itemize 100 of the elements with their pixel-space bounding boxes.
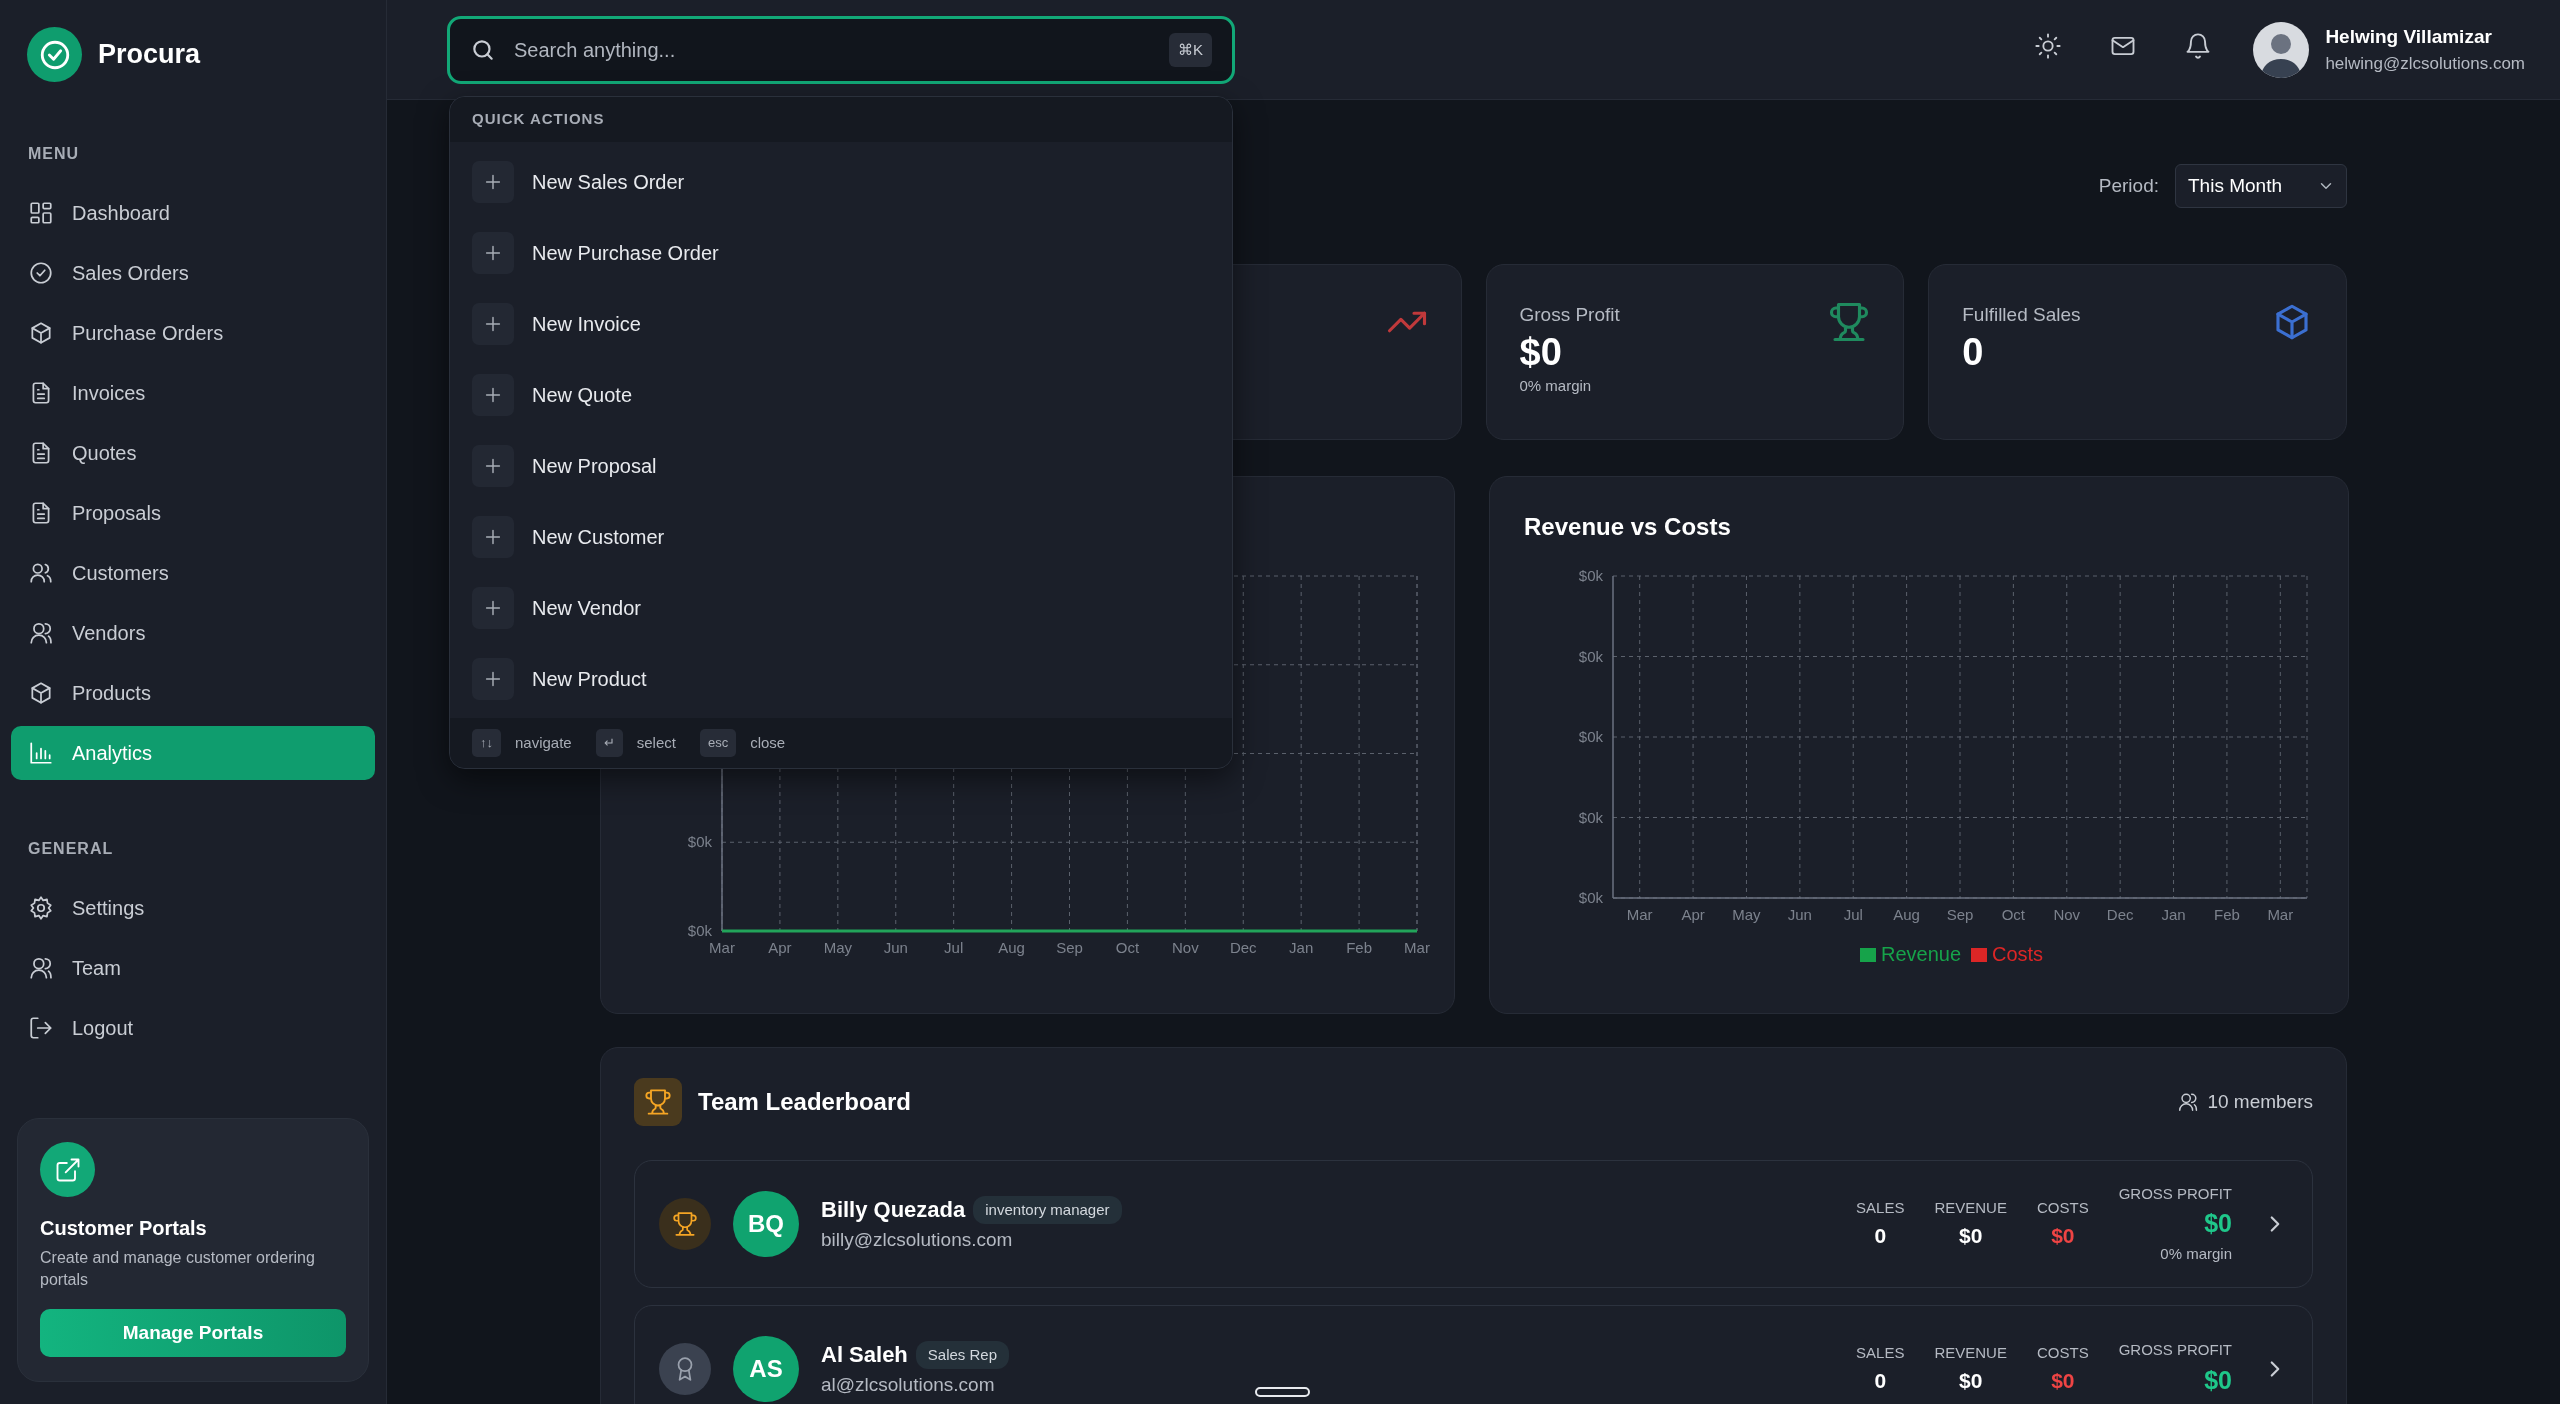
axis-label: Jul	[1843, 906, 1863, 924]
box-icon	[28, 680, 54, 706]
quick-action-item[interactable]: New Customer	[450, 501, 1232, 572]
legend-item: Revenue	[1860, 943, 1962, 966]
nav-item[interactable]: Purchase Orders	[11, 306, 375, 360]
axis-label: Feb	[2214, 906, 2240, 924]
metric-value: 0	[1874, 1367, 1887, 1394]
plus-icon	[472, 586, 514, 629]
nav-item[interactable]: Quotes	[11, 426, 375, 480]
quick-action-item[interactable]: New Proposal	[450, 430, 1232, 501]
nav-item[interactable]: Team	[11, 941, 375, 995]
plus-icon	[472, 657, 514, 700]
axis-label: Jan	[1289, 939, 1314, 957]
metric-value: $0	[1959, 1222, 1983, 1249]
axis-label: Mar	[1404, 939, 1430, 957]
metric-label: SALES	[1856, 1343, 1905, 1364]
quick-action-item[interactable]: New Product	[450, 643, 1232, 714]
axis-label: Oct	[1115, 939, 1140, 957]
nav-item[interactable]: Invoices	[11, 366, 375, 420]
nav-item[interactable]: Settings	[11, 881, 375, 935]
members-count: 10 members	[2207, 1089, 2313, 1114]
nav-item[interactable]: Sales Orders	[11, 246, 375, 300]
metric-label: GROSS PROFIT	[2118, 1183, 2232, 1204]
initials-avatar: AS	[733, 1336, 799, 1403]
external-link-icon	[40, 1142, 95, 1197]
quick-action-item[interactable]: New Sales Order	[450, 146, 1232, 217]
axis-label: May	[823, 939, 852, 957]
axis-label: Nov	[2053, 906, 2081, 924]
logo-icon	[27, 27, 82, 82]
metric-label: COSTS	[2036, 1198, 2089, 1219]
nav-item[interactable]: Dashboard	[11, 186, 375, 240]
axis-label: Jun	[883, 939, 908, 957]
period-label: Period:	[2098, 173, 2159, 198]
metric-label: REVENUE	[1934, 1343, 2007, 1364]
search-input[interactable]: Search anything...	[512, 34, 1153, 66]
hint-label: navigate	[515, 732, 572, 753]
nav-item[interactable]: Customers	[11, 546, 375, 600]
initials-avatar: BQ	[733, 1191, 799, 1258]
axis-label: May	[1732, 906, 1761, 924]
box-icon	[28, 320, 54, 346]
section-title: GENERAL	[27, 839, 115, 859]
nav-item[interactable]: Products	[11, 666, 375, 720]
axis-label: Mar	[1626, 906, 1653, 924]
key-hint: ↵	[595, 729, 623, 757]
metric-label: SALES	[1856, 1198, 1905, 1219]
nav-item[interactable]: Proposals	[11, 486, 375, 540]
quick-action-item[interactable]: New Quote	[450, 359, 1232, 430]
metric-value: $0	[2051, 1222, 2075, 1249]
search-field[interactable]: Search anything... ⌘K	[447, 16, 1235, 84]
user-name: Helwing Villamizar	[2325, 24, 2493, 49]
quick-action-item[interactable]: New Vendor	[450, 572, 1232, 643]
axis-label: $0k	[1578, 728, 1603, 746]
axis-label: $0k	[1578, 889, 1603, 907]
trophy-icon	[1828, 301, 1871, 344]
stat-value: $0	[1519, 329, 1563, 375]
axis-label: Nov	[1172, 939, 1199, 957]
trophy-icon	[634, 1078, 682, 1127]
member-row[interactable]: AS Al Saleh Sales Rep al@zlcsolutions.com SALES 0 REVENUE $0 COSTS $0 GROSS PROFIT $0	[634, 1305, 2313, 1404]
axis-label: $0k	[687, 833, 712, 851]
metric-value: $0	[2204, 1208, 2232, 1240]
quick-action-item[interactable]: New Purchase Order	[450, 217, 1232, 288]
gear-icon	[28, 895, 54, 921]
nav-item[interactable]: Vendors	[11, 606, 375, 660]
axis-label: Jan	[2161, 906, 2186, 924]
logo-text: Procura	[98, 38, 201, 72]
nav-item[interactable]: Logout	[11, 1001, 375, 1055]
member-row[interactable]: BQ Billy Quezada inventory manager billy@zlcsolutions.com SALES 0 REVENUE $0 COSTS $0 GROSS PROFIT $0 0% margin	[634, 1160, 2313, 1289]
axis-label: Jul	[944, 939, 964, 957]
stat-label: Gross Profit	[1519, 303, 1621, 328]
shortcut-key: ⌘K	[1169, 32, 1212, 68]
axis-label: Jun	[1787, 906, 1812, 924]
axis-label: Mar	[709, 939, 735, 957]
axis-label: Apr	[1681, 906, 1705, 924]
scroll-indicator	[1255, 1387, 1310, 1397]
promo-title: Customer Portals	[40, 1216, 208, 1241]
stat-value: 0	[1962, 329, 1985, 375]
chart-title: Revenue vs Costs	[1524, 512, 1732, 543]
member-name: Al Saleh	[821, 1341, 908, 1370]
key-hint: ↑↓	[472, 729, 501, 757]
check-circle-icon	[28, 260, 54, 286]
axis-label: Sep	[1056, 939, 1083, 957]
axis-label: Aug	[1893, 906, 1920, 924]
axis-label: $0k	[1578, 647, 1603, 665]
metric-label: REVENUE	[1934, 1198, 2007, 1219]
metric-value: $0	[2051, 1367, 2075, 1394]
period-select[interactable]: This Month	[2175, 164, 2347, 209]
metric-label: COSTS	[2036, 1343, 2089, 1364]
role-tag: inventory manager	[973, 1195, 1122, 1225]
stat-note: 0% margin	[1519, 376, 1593, 397]
trophy-icon	[672, 1211, 698, 1238]
legend-label: Revenue	[1881, 943, 1962, 966]
axis-label: Dec	[1229, 939, 1257, 957]
menu-heading: QUICK ACTIONS	[450, 97, 1232, 142]
quick-action-item[interactable]: New Invoice	[450, 288, 1232, 359]
axis-label: $0k	[687, 922, 712, 940]
plus-icon	[472, 373, 514, 416]
legend-item: Costs	[1971, 943, 2044, 966]
hint-label: select	[636, 732, 676, 753]
axis-label: $0k	[1578, 567, 1603, 585]
promo-text: Create and manage customer ordering portals	[40, 1248, 316, 1290]
